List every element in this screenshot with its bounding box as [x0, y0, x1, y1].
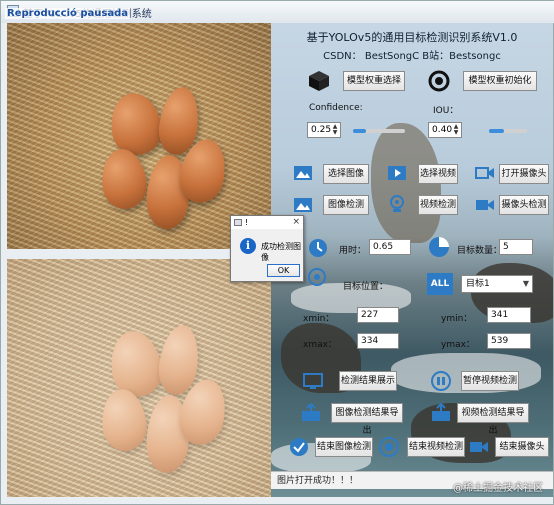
video-icon [388, 166, 406, 180]
pause-video-button[interactable]: 暂停视频检测 [461, 371, 519, 391]
iou-label: IOU： [433, 106, 459, 116]
playback-overlay-label: Reproducció pausada [5, 8, 130, 19]
watermark: @稀土掘金技术社区 [453, 483, 543, 494]
time-label: 用时： [339, 246, 367, 256]
select-video-button[interactable]: 选择视频 [418, 164, 458, 184]
iou-slider[interactable] [489, 129, 527, 133]
control-panel: 基于YOLOv5的通用目标检测识别系统V1.0 CSDN： BestSongC … [271, 23, 553, 497]
display-icon [303, 373, 323, 389]
select-image-button[interactable]: 选择图像 [323, 164, 369, 184]
info-icon: i [240, 238, 256, 254]
confidence-slider[interactable] [353, 129, 405, 133]
confidence-spinbox[interactable]: 0.25 ▲ ▼ [307, 122, 341, 138]
webcam-icon [390, 195, 404, 212]
app-title: 基于YOLOv5的通用目标检测识别系统V1.0 [306, 31, 518, 44]
target-select[interactable]: 目标1 ▼ [461, 275, 533, 293]
iou-spinbox[interactable]: 0.40 ▲ ▼ [428, 122, 462, 138]
pause-icon [431, 371, 451, 391]
ok-button[interactable]: OK [267, 264, 300, 277]
show-results-button[interactable]: 检测结果展示 [339, 371, 397, 391]
end-camera-icon [470, 442, 488, 452]
dialog-app-icon [234, 219, 242, 226]
spin-arrows-icon[interactable]: ▲ ▼ [331, 124, 339, 136]
end-image-icon [290, 438, 308, 456]
position-icon [308, 268, 326, 286]
spin-arrows-icon[interactable]: ▲ ▼ [452, 124, 460, 136]
xmin-field[interactable]: 227 [357, 307, 399, 323]
app-subtitle: CSDN： BestSongC B站：Bestsongc [323, 51, 501, 62]
position-label: 目标位置： [343, 282, 389, 292]
image-detect-button[interactable]: 图像检测 [323, 195, 369, 215]
cube-icon [309, 71, 329, 91]
chevron-down-icon: ▼ [522, 279, 529, 288]
model-init-button[interactable]: 模型权重初始化 [463, 71, 537, 91]
ymax-field[interactable]: 539 [487, 333, 531, 349]
camcorder-icon [476, 200, 494, 210]
export-video-icon [432, 403, 450, 421]
app-window: 基于YOLOv5的通用检测系统 Reproducció pausada 基于YO… [0, 0, 554, 505]
detection-result-view [7, 259, 271, 497]
image-icon [294, 166, 312, 180]
confidence-label: Confidence: [309, 103, 363, 113]
export-image-button[interactable]: 图像检测结果导出 [331, 403, 403, 436]
success-dialog: ! × i 成功检测图像 OK [230, 215, 304, 282]
dialog-message: 成功检测图像 [261, 242, 301, 262]
xmax-label: xmax： [303, 340, 337, 350]
xmax-field[interactable]: 334 [357, 333, 399, 349]
close-icon[interactable]: × [292, 216, 300, 229]
settings-ring-icon [428, 70, 450, 92]
camera-detect-button[interactable]: 摄像头检测 [499, 195, 549, 215]
open-camera-button[interactable]: 打开摄像头 [499, 164, 549, 184]
end-video-button[interactable]: 结束视频检测 [407, 437, 465, 457]
end-camera-button[interactable]: 结束摄像头 [495, 437, 549, 457]
clock-icon [309, 239, 327, 257]
ymin-label: ymin： [441, 314, 473, 324]
end-image-button[interactable]: 结束图像检测 [315, 437, 373, 457]
ymax-label: ymax： [441, 340, 475, 350]
count-label: 目标数量： [457, 246, 503, 256]
ymin-field[interactable]: 341 [487, 307, 531, 323]
image-detect-icon [294, 198, 312, 212]
end-video-icon [379, 437, 399, 457]
export-image-icon [302, 403, 320, 421]
time-value-field[interactable]: 0.65 [369, 239, 411, 255]
count-value-field[interactable]: 5 [499, 239, 533, 255]
model-select-button[interactable]: 模型权重选择 [343, 71, 405, 91]
camera-icon [475, 167, 494, 179]
export-video-button[interactable]: 视频检测结果导出 [457, 403, 529, 436]
video-detect-button[interactable]: 视频检测 [418, 195, 458, 215]
pie-chart-icon [429, 237, 449, 257]
xmin-label: xmin： [303, 314, 335, 324]
all-icon: ALL [427, 273, 453, 295]
